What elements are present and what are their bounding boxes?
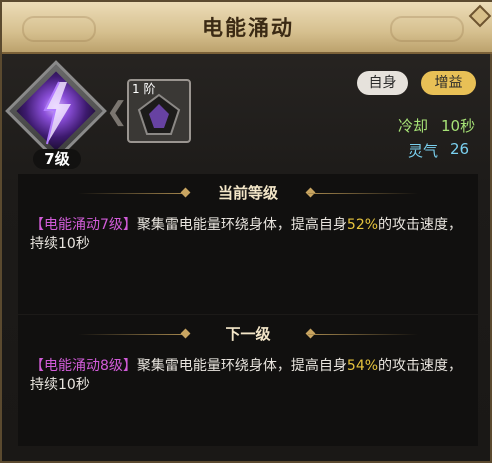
current-level-section: 当前等级 【电能涌动7级】聚集雷电能量环绕身体，提高自身52%的攻击速度，持续1… <box>18 174 478 314</box>
spirit-label: 灵气 <box>408 142 439 160</box>
percent-value: 54% <box>346 358 379 374</box>
divider-line-right <box>308 193 418 194</box>
diamond-ornament-icon <box>180 187 191 198</box>
title-bar: 电能涌动 <box>2 2 492 54</box>
rank-pentagon-icon <box>137 93 181 135</box>
diamond-ornament-icon <box>180 328 191 339</box>
skill-level-badge: 7级 <box>33 149 81 169</box>
percent-value: 52% <box>346 217 379 233</box>
description-text: 聚集雷电能量环绕身体，提高自身 <box>136 358 347 374</box>
cooldown-label: 冷却 <box>398 117 429 135</box>
skill-panel: 电能涌动 7级 ❮ 1 阶 自身 增益 冷却 10秒 灵气 26 当前等级 【电… <box>0 0 492 463</box>
spirit-value: 26 <box>450 140 470 158</box>
description-text: 聚集雷电能量环绕身体，提高自身 <box>136 217 347 233</box>
lightning-figure-icon <box>43 81 71 145</box>
next-level-title: 下一级 <box>225 325 271 343</box>
current-level-description: 【电能涌动7级】聚集雷电能量环绕身体，提高自身52%的攻击速度，持续10秒 <box>30 216 466 254</box>
current-level-header: 当前等级 <box>18 180 478 206</box>
skill-name-tag: 【电能涌动8级】 <box>30 358 137 374</box>
divider-line-left <box>78 193 188 194</box>
next-level-header: 下一级 <box>18 321 478 347</box>
self-tag: 自身 <box>357 71 408 95</box>
divider-line-right <box>308 334 418 335</box>
chevron-left-icon: ❮ <box>106 97 128 127</box>
skill-name-tag: 【电能涌动7级】 <box>30 217 137 233</box>
next-level-section: 下一级 【电能涌动8级】聚集雷电能量环绕身体，提高自身54%的攻击速度，持续10… <box>18 315 478 446</box>
divider-line-left <box>78 334 188 335</box>
buff-tag: 增益 <box>421 71 476 95</box>
cooldown-value: 10秒 <box>441 117 476 135</box>
skill-title: 电能涌动 <box>202 16 294 40</box>
next-level-description: 【电能涌动8级】聚集雷电能量环绕身体，提高自身54%的攻击速度，持续10秒 <box>30 357 466 395</box>
current-level-title: 当前等级 <box>217 184 278 202</box>
